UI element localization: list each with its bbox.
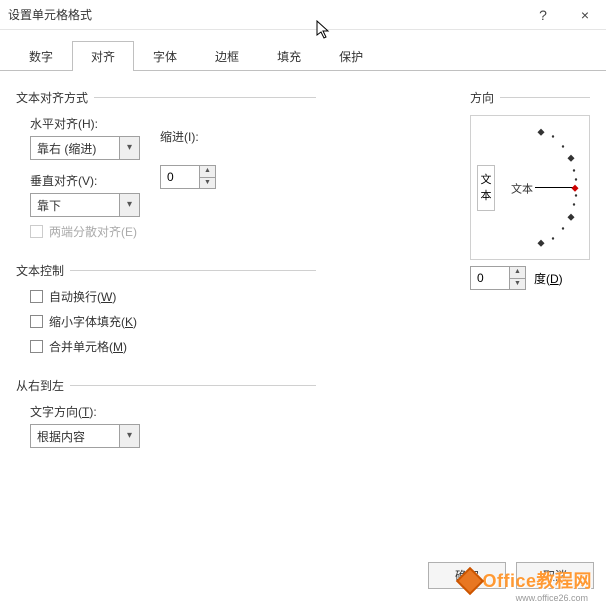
group-rtl: 从右到左 文字方向(T): 根据内容 ▾ bbox=[16, 377, 316, 456]
checkbox-wrap-text-label: 自动换行(W) bbox=[49, 288, 116, 305]
label-horizontal: 水平对齐(H): bbox=[30, 115, 98, 132]
tab-strip: 数字 对齐 字体 边框 填充 保护 bbox=[0, 30, 606, 71]
group-label-text-control: 文本控制 bbox=[16, 262, 70, 279]
spinner-indent-value: 0 bbox=[161, 170, 199, 184]
combo-text-direction[interactable]: 根据内容 ▾ bbox=[30, 424, 140, 448]
orientation-box[interactable]: 文本 文本 bbox=[470, 115, 590, 260]
checkbox-justify-distributed: 两端分散对齐(E) bbox=[30, 223, 316, 240]
orientation-dial[interactable]: 文本 bbox=[503, 122, 583, 253]
spinner-indent[interactable]: 0 ▲▼ bbox=[160, 165, 216, 189]
chevron-down-icon: ▾ bbox=[119, 137, 139, 159]
checkbox-justify-distributed-label: 两端分散对齐(E) bbox=[49, 223, 137, 240]
label-text-direction: 文字方向(T): bbox=[30, 403, 316, 420]
chevron-down-icon: ▾ bbox=[119, 194, 139, 216]
spin-down-icon[interactable]: ▼ bbox=[200, 178, 215, 189]
tab-protection[interactable]: 保护 bbox=[320, 41, 382, 71]
tab-fill[interactable]: 填充 bbox=[258, 41, 320, 71]
combo-vertical[interactable]: 靠下 ▾ bbox=[30, 193, 140, 217]
combo-horizontal[interactable]: 靠右 (缩进) ▾ bbox=[30, 136, 140, 160]
close-button[interactable]: × bbox=[564, 7, 606, 23]
group-orientation: 方向 文本 文本 bbox=[470, 89, 590, 290]
chevron-down-icon: ▾ bbox=[119, 425, 139, 447]
group-text-control: 文本控制 自动换行(W) 缩小字体填充(K) 合并单元格(M) bbox=[16, 262, 316, 371]
group-label-orientation: 方向 bbox=[470, 89, 500, 106]
label-indent: 缩进(I): bbox=[160, 128, 199, 145]
cancel-button[interactable]: 取消 bbox=[516, 562, 594, 589]
spinner-orientation-degrees[interactable]: 0 ▲▼ bbox=[470, 266, 526, 290]
checkbox-merge-cells-label: 合并单元格(M) bbox=[49, 338, 127, 355]
checkbox-wrap-text[interactable]: 自动换行(W) bbox=[30, 288, 316, 305]
checkbox-icon bbox=[30, 290, 43, 303]
spinner-orientation-value: 0 bbox=[471, 271, 509, 285]
help-button[interactable]: ? bbox=[522, 7, 564, 23]
checkbox-merge-cells[interactable]: 合并单元格(M) bbox=[30, 338, 316, 355]
spin-up-icon[interactable]: ▲ bbox=[510, 267, 525, 279]
spin-up-icon[interactable]: ▲ bbox=[200, 166, 215, 178]
watermark-url: www.office26.com bbox=[516, 593, 588, 603]
combo-text-direction-value: 根据内容 bbox=[31, 428, 119, 445]
checkbox-shrink-to-fit-label: 缩小字体填充(K) bbox=[49, 313, 137, 330]
checkbox-icon bbox=[30, 225, 43, 238]
orientation-vertical-text[interactable]: 文本 bbox=[477, 165, 495, 211]
window-title: 设置单元格格式 bbox=[8, 6, 522, 23]
combo-vertical-value: 靠下 bbox=[31, 197, 119, 214]
titlebar: 设置单元格格式 ? × bbox=[0, 0, 606, 30]
orientation-text-label: 文本 bbox=[511, 182, 533, 196]
tab-alignment[interactable]: 对齐 bbox=[72, 41, 134, 71]
combo-horizontal-value: 靠右 (缩进) bbox=[31, 140, 119, 157]
spin-down-icon[interactable]: ▼ bbox=[510, 279, 525, 290]
checkbox-shrink-to-fit[interactable]: 缩小字体填充(K) bbox=[30, 313, 316, 330]
content-area: 文本对齐方式 水平对齐(H): 靠右 (缩进) ▾ 缩进(I): bbox=[0, 71, 606, 571]
tab-number[interactable]: 数字 bbox=[10, 41, 72, 71]
button-bar: 确定 取消 bbox=[428, 562, 594, 589]
label-degrees: 度(D) bbox=[534, 270, 563, 287]
group-label-text-alignment: 文本对齐方式 bbox=[16, 89, 94, 106]
checkbox-icon bbox=[30, 340, 43, 353]
tab-border[interactable]: 边框 bbox=[196, 41, 258, 71]
ok-button[interactable]: 确定 bbox=[428, 562, 506, 589]
tab-font[interactable]: 字体 bbox=[134, 41, 196, 71]
group-label-rtl: 从右到左 bbox=[16, 377, 70, 394]
checkbox-icon bbox=[30, 315, 43, 328]
group-text-alignment: 文本对齐方式 水平对齐(H): 靠右 (缩进) ▾ 缩进(I): bbox=[16, 89, 316, 256]
